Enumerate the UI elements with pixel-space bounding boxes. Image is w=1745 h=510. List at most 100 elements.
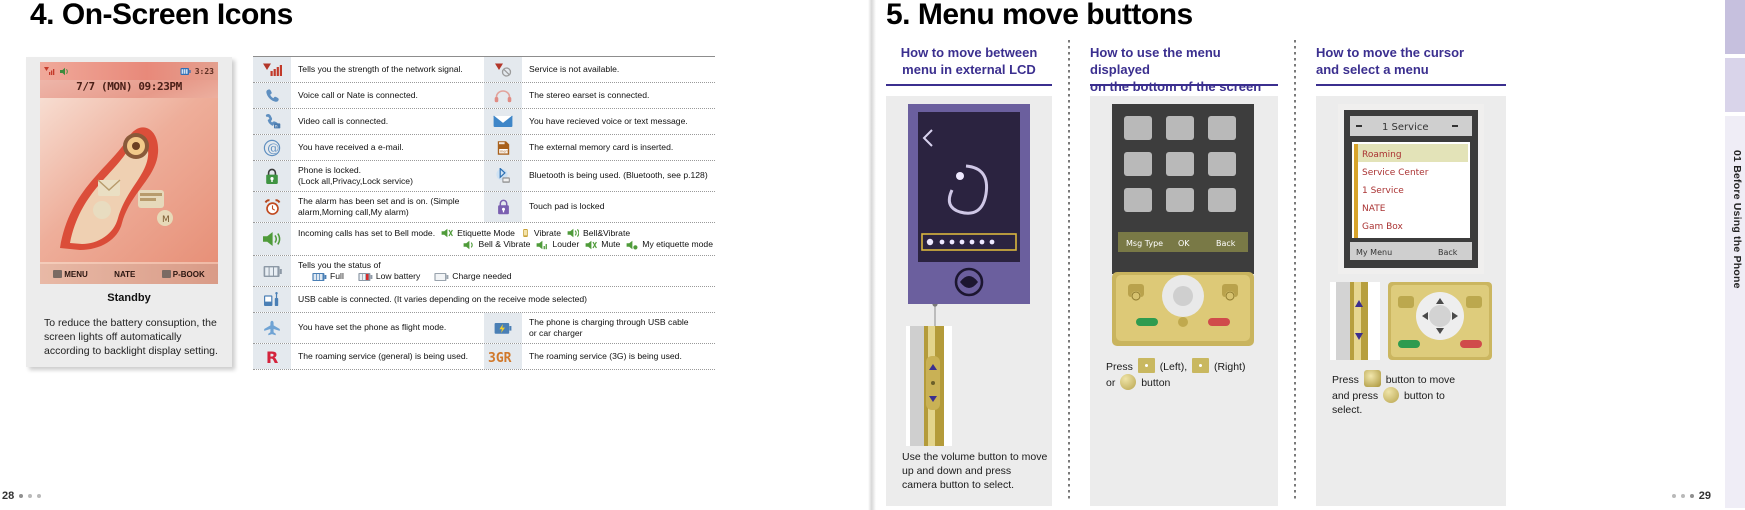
- bottom-menu-photo: Msg Type OK Back: [1112, 104, 1254, 274]
- battery-state: Low battery: [358, 271, 420, 283]
- bell-mode-icon: [253, 223, 291, 255]
- mute-icon: [585, 240, 598, 249]
- column-3-caption-line3: button to: [1403, 390, 1445, 402]
- table-cell-line1: The phone is charging through USB cable: [529, 316, 689, 327]
- battery-state: Full: [312, 271, 344, 283]
- bell-vibrate-icon: [567, 229, 579, 238]
- column-2-rule: [1090, 84, 1278, 86]
- page-number-left-value: 28: [2, 490, 15, 502]
- column-2-caption: Press (Left), (Right) or button: [1106, 358, 1276, 390]
- table-cell-text: The stereo earset is connected.: [529, 89, 650, 100]
- table-cell-line2: (Lock all,Privacy,Lock service): [298, 176, 413, 186]
- table-cell-text: Service is not available.: [529, 63, 620, 74]
- bluetooth-icon: [484, 161, 522, 191]
- svg-text:Gam Box: Gam Box: [1362, 222, 1404, 232]
- battery-row-text: Tells you the status of: [298, 259, 381, 270]
- table-cell-right: The phone is charging through USB cable …: [484, 313, 715, 343]
- volume-button-photo: [906, 326, 952, 446]
- side-tab-block-2[interactable]: [1725, 58, 1745, 112]
- table-cell-text: The phone is charging through USB cable …: [522, 313, 715, 343]
- bottom-menu-art: Msg Type OK Back: [1112, 104, 1254, 274]
- table-row-bell-mode: Incoming calls has set to Bell mode. Eti…: [253, 223, 715, 256]
- mode-label: My etiquette mode: [642, 239, 713, 249]
- mode-label: Bell & Vibrate: [478, 239, 531, 249]
- table-row: The alarm has been set and is on. (Simpl…: [253, 192, 715, 223]
- table-cell-right: Touch pad is locked: [484, 192, 715, 222]
- column-2-panel: Msg Type OK Back Press (Left), (Right) o…: [1090, 96, 1278, 506]
- cursor-move-art: 1 Service Roaming Service Center 1 Servi…: [1338, 104, 1484, 274]
- external-lcd-art: [908, 104, 1030, 304]
- right-chapter-name: Menu move buttons: [917, 0, 1193, 31]
- no-service-icon: [484, 57, 522, 82]
- column-divider-1: [1068, 40, 1070, 502]
- navigation-key-photo: [1388, 282, 1492, 360]
- memory-card-icon: mem: [484, 135, 522, 160]
- table-row-battery: Tells you the status of Full Low battery…: [253, 256, 715, 287]
- table-cell-line2: or car charger: [529, 328, 583, 338]
- video-call-icon: n: [253, 109, 291, 134]
- side-tab-label: 01 Before Using the Phone: [1731, 150, 1743, 289]
- standby-caption-body: To reduce the battery consuption, the sc…: [44, 317, 218, 357]
- table-row: n Video call is connected. You have reci…: [253, 109, 715, 135]
- side-tab-strip: 01 Before Using the Phone: [1718, 0, 1745, 510]
- svg-text:M: M: [162, 215, 170, 225]
- mode-label: Etiquette Mode: [457, 227, 515, 238]
- voice-call-icon: [253, 83, 291, 108]
- svg-text:Roaming: Roaming: [1362, 150, 1402, 160]
- table-row: R The roaming service (general) is being…: [253, 344, 715, 370]
- svg-text:NATE: NATE: [1362, 204, 1386, 214]
- battery-icon: [253, 256, 291, 286]
- column-divider-2: [1294, 40, 1296, 502]
- charging-icon: [484, 313, 522, 343]
- svg-text:OK: OK: [1178, 239, 1190, 248]
- ok-key-icon: [1383, 387, 1400, 403]
- left-key-icon: [1137, 358, 1155, 373]
- column-3-panel: 1 Service Roaming Service Center 1 Servi…: [1316, 96, 1506, 506]
- svg-text:My Menu: My Menu: [1356, 248, 1392, 257]
- table-cell-right: 3GR The roaming service (3G) is being us…: [484, 344, 715, 369]
- table-cell-text: The roaming service (general) is being u…: [298, 350, 469, 361]
- table-cell-right: Bluetooth is being used. (Bluetooth, see…: [484, 161, 715, 191]
- svg-text:mem: mem: [500, 149, 509, 153]
- softkey-pbook: P-BOOK: [161, 270, 205, 279]
- left-chapter-title: 4. On-Screen Icons: [30, 0, 293, 32]
- standby-wallpaper: M: [40, 98, 218, 262]
- table-cell-line1: Phone is locked.: [298, 164, 362, 175]
- keypad-photo: [1112, 272, 1254, 346]
- column-1-heading-line2: menu in external LCD: [902, 62, 1036, 77]
- table-cell-text: USB cable is connected. (It varies depen…: [298, 293, 588, 304]
- external-lcd-photo: [908, 104, 1030, 304]
- page-gutter: [868, 0, 876, 510]
- vibrate-icon: [523, 229, 528, 238]
- right-chapter-title: 5. Menu move buttons: [886, 0, 1193, 32]
- louder-icon: [537, 240, 548, 249]
- table-cell-text: Tells you the status of Full Low battery…: [291, 256, 715, 286]
- svg-text:R: R: [266, 349, 278, 365]
- table-row: Voice call or Nate is connected. The ste…: [253, 83, 715, 109]
- touchpad-lock-icon: [484, 192, 522, 222]
- bell-mode-text: Incoming calls has set to Bell mode.: [298, 227, 436, 238]
- navigation-key-icon: [1363, 370, 1381, 387]
- table-cell-left: @ You have received a e-mail.: [253, 135, 484, 160]
- mode-label: Mute: [601, 239, 621, 249]
- standby-wallpaper-art: M: [40, 98, 218, 262]
- column-3-caption-mid: button to move: [1385, 374, 1456, 386]
- column-1-panel: Use the volume button to move up and dow…: [886, 96, 1052, 506]
- svg-text:@: @: [267, 141, 279, 155]
- cursor-move-photo: 1 Service Roaming Service Center 1 Servi…: [1338, 104, 1484, 274]
- bell-and-vibrate-icon: [463, 240, 473, 249]
- standby-screenshot: 3:23 7/7 (MON) 09:23PM M MENU NATE P-BOO…: [40, 62, 218, 284]
- table-cell-text: The external memory card is inserted.: [529, 141, 674, 152]
- left-chapter-number: 4.: [30, 0, 55, 31]
- left-page: 4. On-Screen Icons 3:23 7/7 (MON) 09:23P…: [0, 0, 872, 510]
- battery-empty-icon: [434, 272, 449, 281]
- roaming-general-icon: R: [253, 344, 291, 369]
- side-tab-block-1[interactable]: [1725, 0, 1745, 54]
- standby-statusbar: 3:23: [40, 62, 218, 80]
- usb-cable-icon: [253, 287, 291, 312]
- column-2-caption-suffix: button: [1141, 377, 1171, 389]
- table-cell-text: Voice call or Nate is connected.: [298, 89, 418, 100]
- my-etiquette-icon: [626, 240, 638, 250]
- table-row: You have set the phone as flight mode. T…: [253, 313, 715, 344]
- manual-spread: 4. On-Screen Icons 3:23 7/7 (MON) 09:23P…: [0, 0, 1745, 510]
